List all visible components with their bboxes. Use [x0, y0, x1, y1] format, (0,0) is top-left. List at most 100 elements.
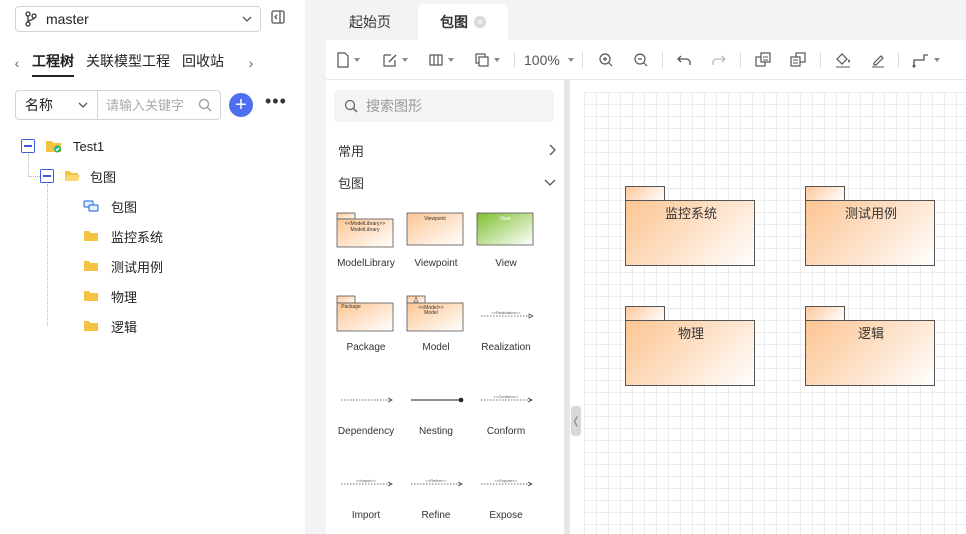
more-options-button[interactable]: •••	[265, 92, 286, 114]
package-body: 物理	[625, 320, 755, 386]
svg-text:<<Expose>>: <<Expose>>	[495, 478, 518, 483]
svg-text:Model: Model	[424, 310, 438, 316]
shape-label: Conform	[486, 426, 526, 437]
svg-text:Package: Package	[341, 304, 361, 310]
section-common[interactable]: 常用	[338, 141, 556, 159]
separator	[898, 52, 899, 68]
search-icon[interactable]	[198, 98, 212, 112]
chevron-down-icon	[544, 179, 556, 186]
chevron-down-icon	[242, 16, 252, 22]
model-library-shape-icon: <<ModelLibrary>> ModelLibrary	[336, 212, 394, 248]
layout-button[interactable]	[428, 50, 454, 70]
separator	[820, 52, 821, 68]
shape-model-library[interactable]: <<ModelLibrary>> ModelLibrary ModelLibra…	[331, 210, 401, 269]
tab-package-diagram[interactable]: 包图 ✕	[418, 4, 508, 40]
tree-node-label: 监控系统	[111, 229, 164, 245]
tree-node-child[interactable]: 逻辑	[83, 315, 137, 337]
svg-text:View: View	[500, 216, 511, 222]
shape-label: Package	[346, 342, 386, 353]
shape-label: Import	[351, 510, 381, 521]
package-body: 监控系统	[625, 200, 755, 266]
project-panel: master ‹ 工程树 关联模型工程 回收站 › 名称 + •••	[0, 0, 305, 534]
package-tab	[625, 306, 665, 320]
connector-style-button[interactable]	[912, 50, 940, 70]
package-name: 监控系统	[664, 206, 717, 221]
shape-nesting[interactable]: Nesting	[401, 378, 471, 437]
shape-label: Nesting	[419, 426, 453, 437]
zoom-out-icon	[634, 53, 648, 67]
shape-label: Model	[422, 342, 450, 353]
tab-label: 包图	[440, 14, 468, 30]
svg-text:Viewpoint: Viewpoint	[424, 216, 446, 222]
search-filter-value: 名称	[25, 97, 53, 113]
package-name: 物理	[677, 326, 704, 341]
branch-selector[interactable]: master	[15, 6, 261, 32]
shape-view[interactable]: View View	[471, 210, 541, 269]
tree-node-label: 物理	[111, 289, 138, 305]
shape-realization[interactable]: <<Realization>> Realization	[471, 294, 541, 353]
package-name: 逻辑	[857, 326, 884, 341]
tab-linked-models[interactable]: 关联模型工程	[86, 51, 170, 75]
shape-conform[interactable]: <<Conform>> Conform	[471, 378, 541, 437]
shape-search-input[interactable]	[366, 98, 536, 114]
nav-tabs: ‹ 工程树 关联模型工程 回收站 ›	[8, 50, 298, 77]
tab-project-tree[interactable]: 工程树	[32, 51, 74, 77]
collapse-panel-button[interactable]	[271, 10, 289, 28]
shape-model[interactable]: <<Model>> Model Model	[401, 294, 471, 353]
collapse-palette-button[interactable]: ❬	[571, 406, 581, 436]
tab-start-page[interactable]: 起始页	[326, 4, 414, 40]
edit-button[interactable]	[382, 50, 408, 70]
shape-label: Realization	[481, 342, 531, 353]
chevron-right-icon[interactable]: ›	[242, 55, 260, 71]
tree-node-child[interactable]: 测试用例	[83, 255, 163, 277]
import-line-icon: <<Import>>	[341, 478, 393, 487]
shape-refine[interactable]: <<Refine>> Refine	[401, 462, 471, 521]
collapse-icon[interactable]	[21, 139, 35, 153]
redo-button[interactable]	[711, 50, 727, 70]
collapse-icon[interactable]	[40, 169, 54, 183]
tree-node-root[interactable]: Test1	[21, 135, 104, 157]
tree-node-folder[interactable]: 包图	[40, 165, 116, 187]
svg-text:ModelLibrary: ModelLibrary	[351, 227, 380, 233]
line-color-button[interactable]	[870, 50, 886, 70]
package-tab	[805, 306, 845, 320]
branch-name: master	[46, 11, 89, 27]
diagram-canvas[interactable]: 监控系统 测试用例 物理 逻辑	[584, 92, 966, 534]
arrange-button[interactable]	[474, 50, 500, 70]
undo-button[interactable]	[676, 50, 692, 70]
tree-node-child[interactable]: 监控系统	[83, 225, 163, 247]
shape-expose[interactable]: <<Expose>> Expose	[471, 462, 541, 521]
shape-import[interactable]: <<Import>> Import	[331, 462, 401, 521]
new-file-button[interactable]	[336, 50, 360, 70]
section-package[interactable]: 包图	[338, 173, 556, 191]
search-input[interactable]	[106, 97, 198, 113]
project-folder-icon	[46, 141, 61, 153]
shape-dependency[interactable]: Dependency	[331, 378, 401, 437]
dependency-line-icon	[341, 397, 393, 403]
close-icon[interactable]: ✕	[474, 16, 486, 28]
shape-package[interactable]: Package Package	[331, 294, 401, 353]
shape-viewpoint[interactable]: Viewpoint Viewpoint	[401, 210, 471, 269]
realization-line-icon: <<Realization>>	[481, 310, 534, 319]
zoom-in-button[interactable]	[598, 50, 614, 70]
editor-tabbar: 起始页 包图 ✕	[326, 0, 966, 40]
tab-recycle-bin[interactable]: 回收站	[182, 51, 224, 75]
palette-scrollbar[interactable]	[564, 80, 570, 534]
fill-color-button[interactable]	[834, 50, 852, 70]
search-filter-select[interactable]: 名称	[16, 91, 98, 119]
conform-line-icon: <<Conform>>	[481, 394, 533, 403]
to-back-button[interactable]	[789, 50, 807, 70]
zoom-out-button[interactable]	[633, 50, 649, 70]
zoom-select[interactable]: 100%	[524, 50, 574, 70]
svg-text:<<Realization>>: <<Realization>>	[491, 310, 521, 315]
to-front-button[interactable]	[754, 50, 772, 70]
toolbar: 100%	[326, 40, 966, 80]
tree-node-diagram[interactable]: 包图	[83, 195, 137, 217]
chevron-left-icon[interactable]: ‹	[8, 55, 26, 71]
chevron-right-icon	[549, 144, 556, 156]
zoom-in-icon	[599, 53, 613, 67]
add-button[interactable]: +	[229, 93, 253, 117]
tree-node-child[interactable]: 物理	[83, 285, 137, 307]
package-diagram-icon	[83, 200, 99, 212]
shape-palette: 常用 包图 <<ModelLibrary>> ModelLibrary Mode…	[326, 80, 568, 534]
